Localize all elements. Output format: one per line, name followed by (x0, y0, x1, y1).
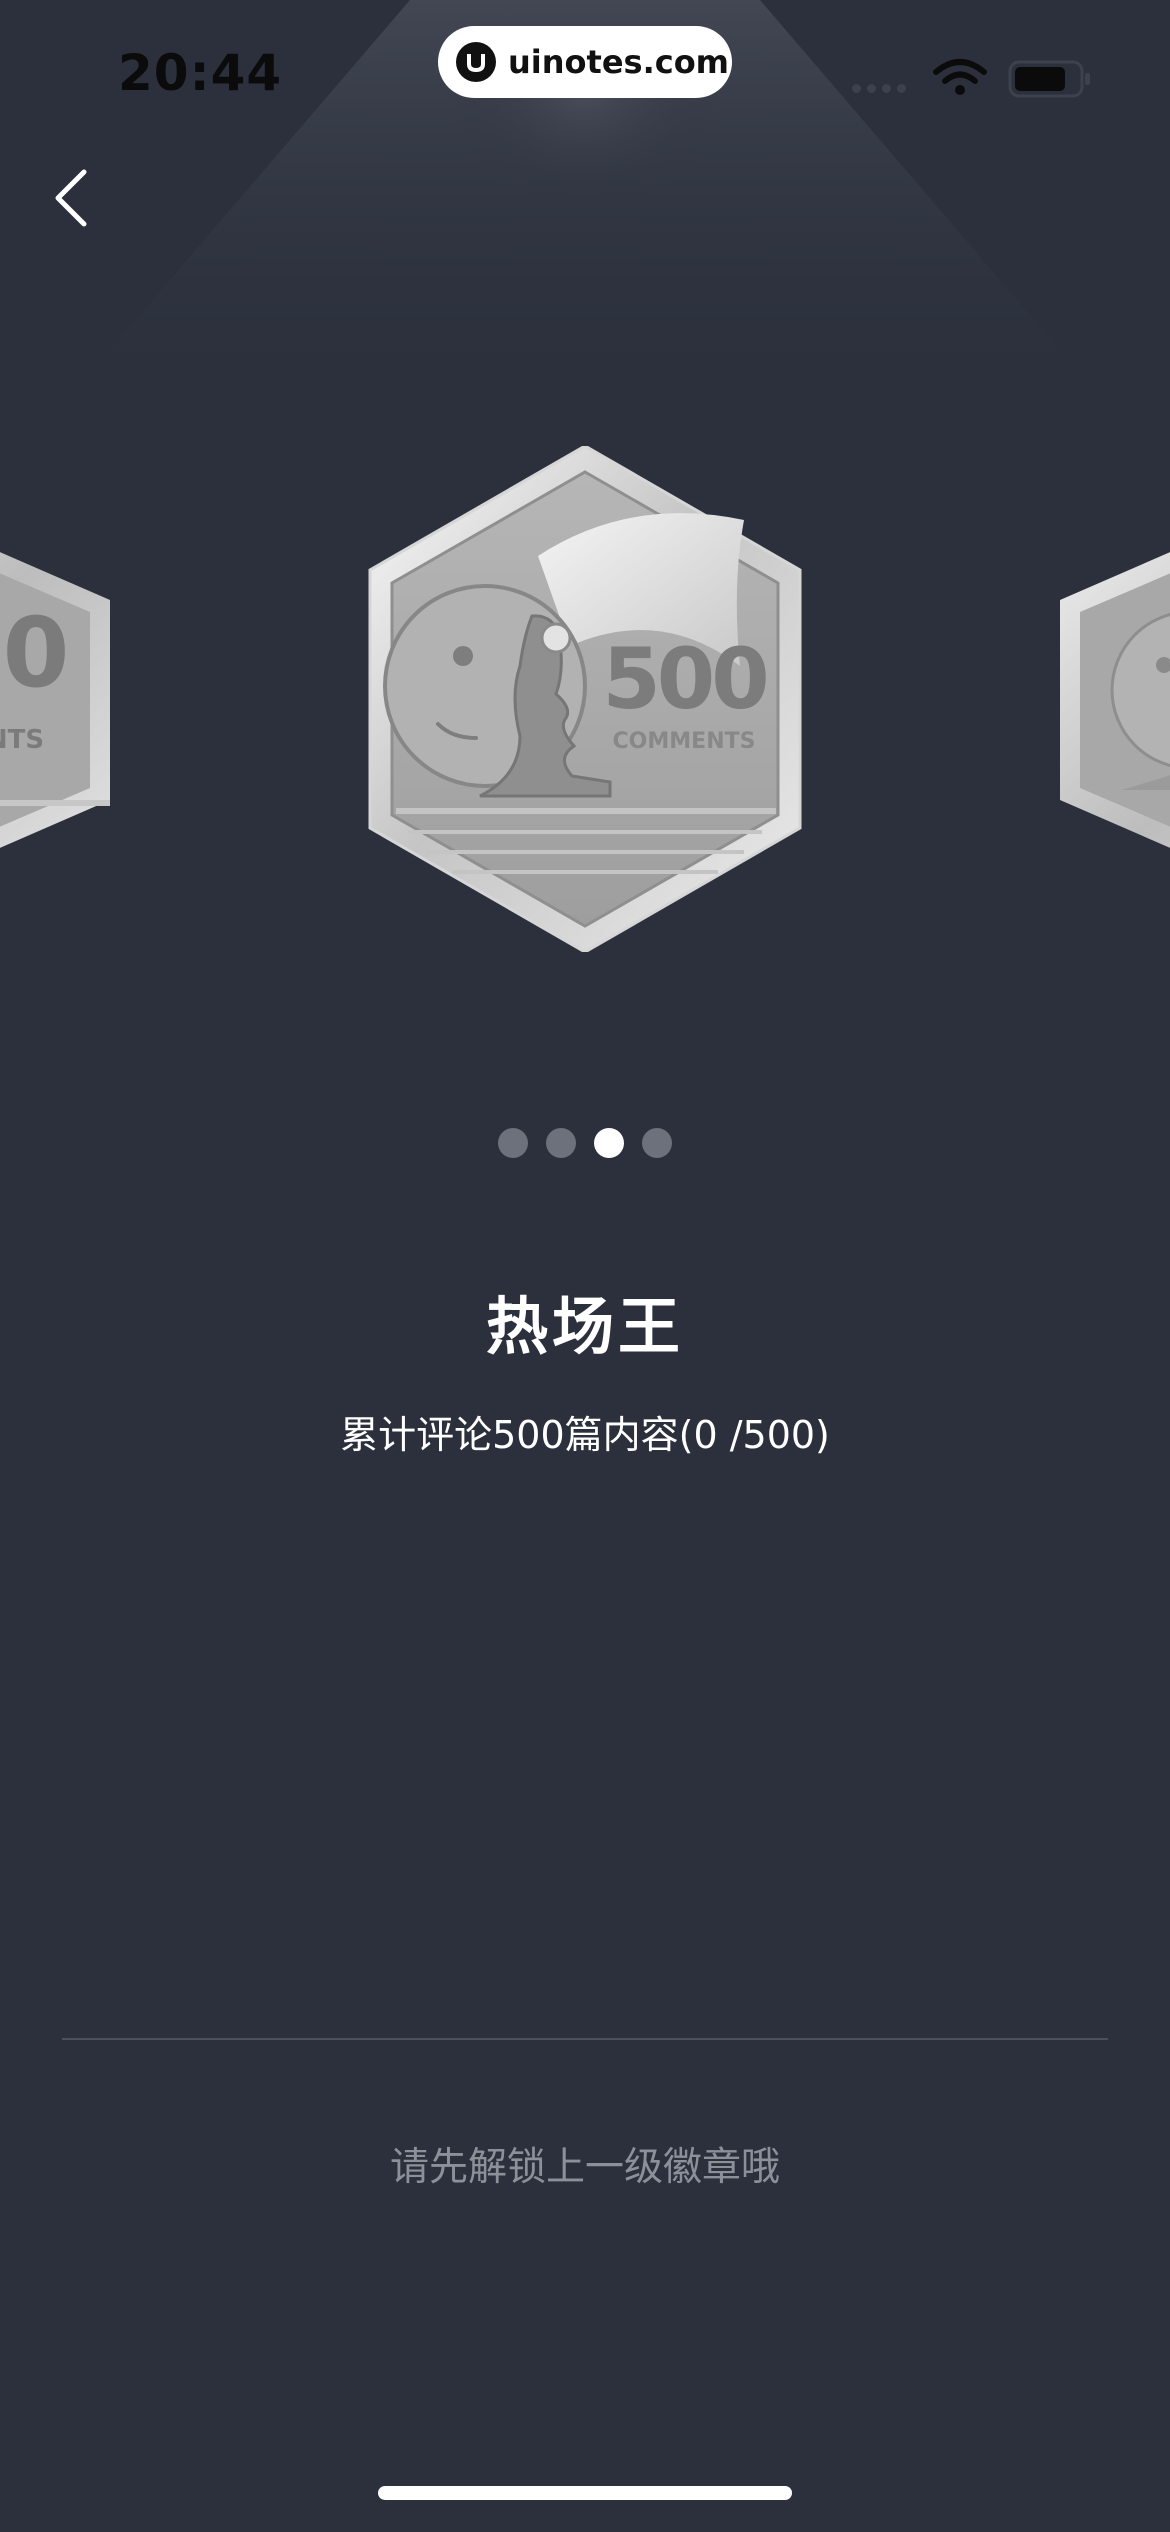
previous-badge-caption: NTS (0, 725, 44, 755)
wifi-icon (933, 59, 987, 95)
battery-icon (1008, 60, 1090, 98)
pager-dot[interactable] (642, 1128, 672, 1158)
uinotes-logo-icon (456, 42, 496, 82)
pager-dot[interactable] (594, 1128, 624, 1158)
comments-badge[interactable]: 500 COMMENTS (360, 446, 810, 952)
badge-detail-screen: 20:44 uinotes.com 0 TS 500 COMMENTS 热场王 … (0, 0, 1170, 2532)
watermark-badge: uinotes.com (438, 26, 732, 98)
unlock-hint: 请先解锁上一级徽章哦 (389, 2145, 780, 2190)
watermark-text: uinotes.com (508, 43, 730, 81)
signal-icon (852, 84, 906, 93)
badge-number: 500 (602, 630, 766, 728)
chevron-left-icon (55, 169, 87, 227)
back-button[interactable] (40, 158, 100, 238)
divider (62, 2038, 1108, 2040)
previous-badge-number: 0 (3, 597, 70, 709)
badge-description: 累计评论500篇内容(0 /500) (340, 1413, 830, 1457)
previous-badge[interactable]: 0 NTS (0, 500, 110, 900)
home-indicator[interactable] (378, 2486, 792, 2500)
next-badge[interactable] (1060, 500, 1170, 900)
pager-dot[interactable] (498, 1128, 528, 1158)
badge-title: 热场王 (485, 1290, 684, 1363)
status-time: 20:44 (118, 44, 283, 102)
badge-caption: COMMENTS (613, 729, 756, 754)
badge-pager (0, 1128, 1170, 1158)
pager-dot[interactable] (546, 1128, 576, 1158)
